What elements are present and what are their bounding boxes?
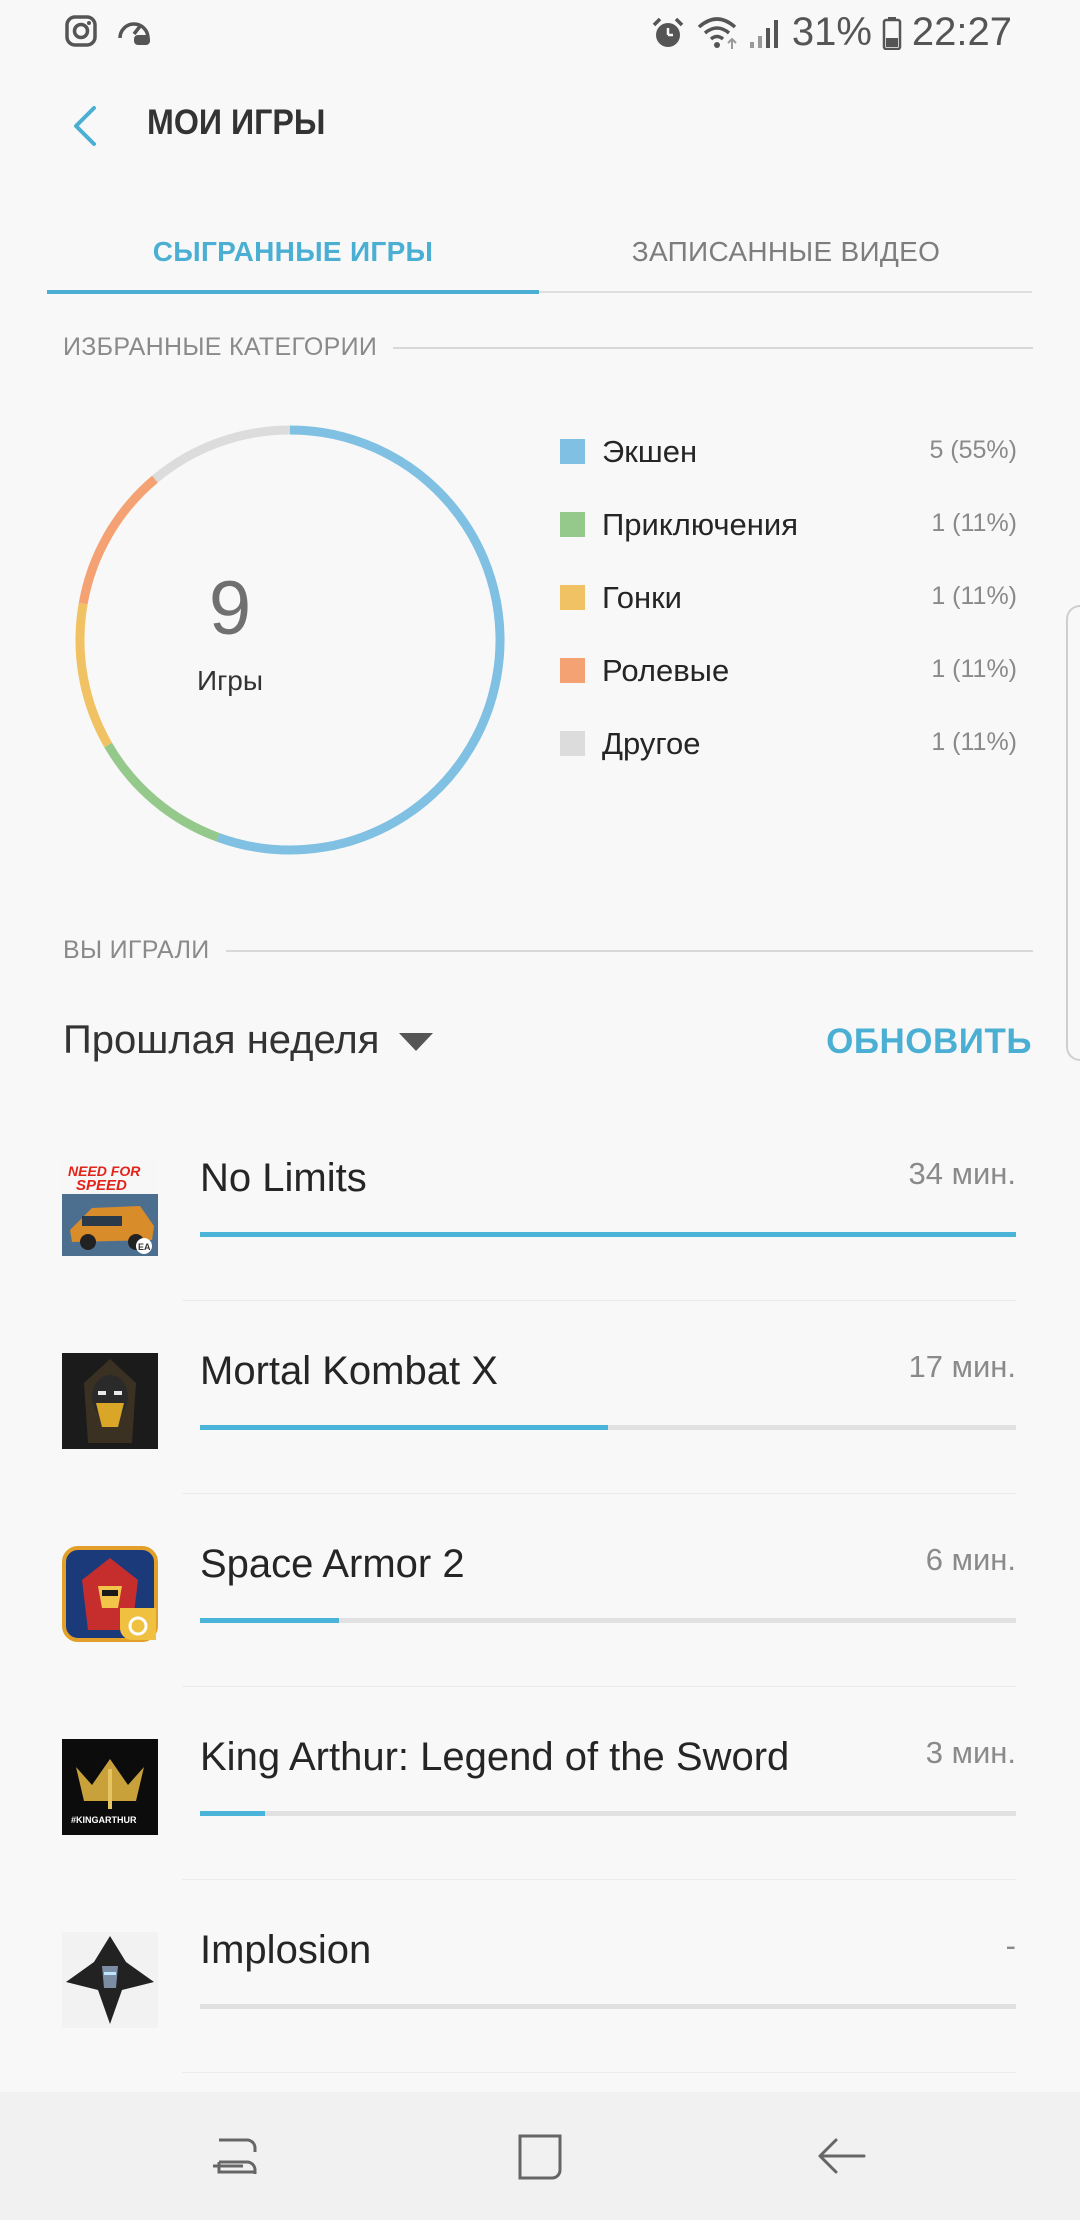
scroll-indicator[interactable]: [1066, 605, 1080, 1061]
row-divider: [182, 2072, 1016, 2073]
category-donut-chart: [75, 425, 505, 855]
game-name: King Arthur: Legend of the Sword: [200, 1735, 790, 1779]
battery-icon: [882, 16, 902, 50]
game-name: Mortal Kombat X: [200, 1349, 498, 1393]
tab-active-indicator: [47, 290, 539, 294]
my-games-screen: 31% 22:27 МОИ ИГРЫ СЫГРАННЫЕ ИГРЫ ЗАПИСА…: [0, 0, 1080, 2220]
refresh-button[interactable]: ОБНОВИТЬ: [826, 1022, 1032, 1062]
tab-bar: СЫГРАННЫЕ ИГРЫ ЗАПИСАННЫЕ ВИДЕО: [47, 210, 1032, 294]
game-playtime: 34 мин.: [908, 1156, 1016, 1191]
dropdown-caret-icon: [399, 1032, 434, 1051]
playtime-bar-fill: [200, 1232, 1016, 1237]
legend-label: Приключения: [602, 507, 799, 542]
row-divider: [182, 1686, 1016, 1687]
wifi-icon: [697, 16, 737, 49]
svg-text:#KINGARTHUR: #KINGARTHUR: [71, 1815, 137, 1825]
game-row[interactable]: Mortal Kombat X 17 мин.: [0, 1333, 1080, 1526]
back-arrow-icon[interactable]: [60, 98, 116, 154]
space-armor-icon: [62, 1546, 158, 1642]
category-legend: Экшен 5 (55%) Приключения 1 (11%) Гонки …: [557, 432, 1017, 797]
playtime-bar: [200, 2004, 1016, 2009]
period-dropdown[interactable]: Прошлая неделя: [63, 1018, 434, 1063]
king-arthur-icon: #KINGARTHUR: [62, 1739, 158, 1835]
legend-value: 1 (11%): [931, 728, 1017, 756]
game-playtime: 3 мин.: [925, 1735, 1016, 1770]
legend-label: Ролевые: [602, 653, 730, 688]
legend-value: 1 (11%): [931, 655, 1017, 683]
donut-segment-3: [78, 475, 158, 605]
tab-played-games[interactable]: СЫГРАННЫЕ ИГРЫ: [47, 210, 539, 294]
legend-swatch: [560, 512, 585, 537]
game-row[interactable]: Space Armor 2 6 мин.: [0, 1526, 1080, 1719]
legend-label: Экшен: [602, 434, 698, 469]
favorites-section-title: ИЗБРАННЫЕ КАТЕГОРИИ: [63, 333, 378, 361]
game-launcher-icon: [118, 22, 150, 45]
need-for-speed-icon: NEED FOR SPEED EA: [62, 1160, 158, 1256]
legend-value: 5 (55%): [929, 436, 1017, 464]
donut-segment-4: [152, 425, 291, 483]
playtime-bar-fill: [200, 1618, 339, 1623]
playtime-bar-fill: [200, 1811, 266, 1816]
playtime-bar: [200, 1811, 1016, 1816]
row-divider: [182, 1493, 1016, 1494]
row-divider: [182, 1300, 1016, 1301]
legend-item-other: Другое 1 (11%): [557, 724, 1017, 797]
donut-segment-2: [75, 602, 113, 748]
favorites-section-header: ИЗБРАННЫЕ КАТЕГОРИИ: [63, 333, 1033, 362]
game-name: Implosion: [200, 1928, 372, 1972]
legend-item-action: Экшен 5 (55%): [557, 432, 1017, 505]
game-playtime: -: [1005, 1928, 1016, 1963]
games-total-count: 9: [208, 566, 252, 651]
back-icon[interactable]: [806, 2120, 878, 2192]
game-name: Space Armor 2: [200, 1542, 465, 1586]
svg-text:EA: EA: [138, 1242, 151, 1252]
status-bar: 31% 22:27: [0, 0, 1080, 66]
playtime-bar: [200, 1618, 1016, 1623]
svg-text:SPEED: SPEED: [76, 1177, 127, 1194]
legend-value: 1 (11%): [931, 582, 1017, 610]
legend-swatch: [560, 731, 585, 756]
legend-item-rpg: Ролевые 1 (11%): [557, 651, 1017, 724]
legend-label: Гонки: [602, 580, 682, 615]
alarm-icon: [652, 17, 684, 47]
section-divider: [225, 949, 1033, 952]
legend-value: 1 (11%): [931, 509, 1017, 537]
implosion-icon: [62, 1932, 158, 2028]
legend-label: Другое: [602, 726, 701, 761]
section-divider: [393, 346, 1033, 349]
navigation-bar: [0, 2092, 1080, 2220]
home-icon[interactable]: [504, 2120, 576, 2192]
playtime-bar-fill: [200, 1425, 608, 1430]
legend-swatch: [560, 658, 585, 683]
period-label: Прошлая неделя: [63, 1018, 380, 1062]
page-title: МОИ ИГРЫ: [147, 103, 326, 142]
donut-segment-1: [104, 742, 220, 842]
legend-item-adventure: Приключения 1 (11%): [557, 505, 1017, 578]
instagram-icon: [65, 15, 97, 47]
clock: 22:27: [911, 10, 1012, 54]
row-divider: [182, 1879, 1016, 1880]
played-section-title: ВЫ ИГРАЛИ: [63, 936, 210, 964]
game-name: No Limits: [200, 1156, 367, 1200]
game-playtime: 17 мин.: [908, 1349, 1016, 1384]
game-row[interactable]: Implosion -: [0, 1912, 1080, 2105]
mortal-kombat-icon: [62, 1353, 158, 1449]
legend-swatch: [560, 585, 585, 610]
recent-apps-icon[interactable]: [201, 2120, 273, 2192]
battery-percent: 31%: [791, 10, 872, 54]
legend-item-racing: Гонки 1 (11%): [557, 578, 1017, 651]
signal-icon: [749, 19, 778, 48]
playtime-bar: [200, 1232, 1016, 1237]
game-row[interactable]: #KINGARTHUR King Arthur: Legend of the S…: [0, 1719, 1080, 1912]
legend-swatch: [560, 439, 585, 464]
tab-recorded-videos[interactable]: ЗАПИСАННЫЕ ВИДЕО: [540, 210, 1032, 294]
game-playtime: 6 мин.: [925, 1542, 1016, 1577]
played-section-header: ВЫ ИГРАЛИ: [63, 936, 1033, 965]
playtime-bar: [200, 1425, 1016, 1430]
games-total-label: Игры: [196, 665, 264, 696]
game-row[interactable]: NEED FOR SPEED EA No Limits 34 мин.: [0, 1140, 1080, 1333]
